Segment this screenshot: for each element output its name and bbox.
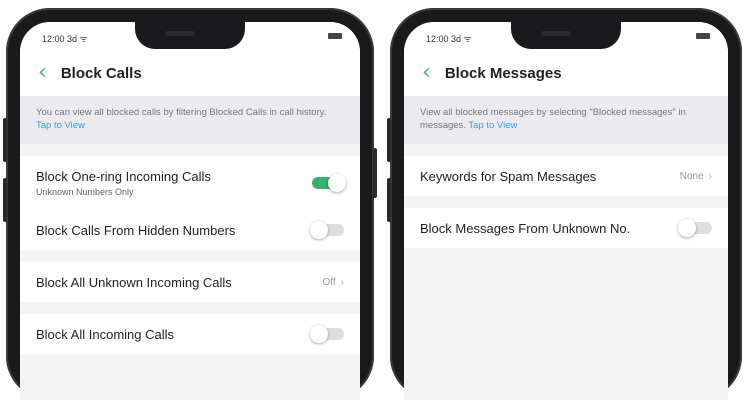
toggle-knob — [678, 219, 696, 237]
camera-notch — [135, 22, 245, 49]
row-text: Block All Unknown Incoming Calls — [36, 275, 323, 290]
all-incoming-toggle[interactable] — [310, 325, 344, 343]
volume-button — [3, 118, 7, 162]
setting-value: Off — [322, 276, 336, 288]
back-icon[interactable]: ‹ — [422, 62, 431, 84]
info-text: View all blocked messages by selecting "… — [420, 107, 686, 131]
nav-bar: ‹ Block Calls — [20, 50, 360, 96]
screen: 12:00 3d ᯤ ‹ Block Calls You can view al… — [20, 22, 360, 400]
back-icon[interactable]: ‹ — [38, 62, 47, 84]
one-ring-toggle[interactable] — [312, 174, 346, 192]
screen: 12:00 3d ᯤ ‹ Block Messages View all blo… — [404, 22, 728, 400]
phone-right: 12:00 3d ᯤ ‹ Block Messages View all blo… — [387, 8, 742, 400]
info-text: You can view all blocked calls by filter… — [36, 107, 327, 118]
chevron-right-icon: › — [340, 276, 344, 288]
row-text: Block Calls From Hidden Numbers — [36, 223, 312, 238]
row-text: Block All Incoming Calls — [36, 327, 312, 342]
toggle-knob — [310, 325, 328, 343]
chevron-right-icon: › — [708, 170, 712, 182]
setting-row-one-ring[interactable]: Block One-ring Incoming Calls Unknown Nu… — [20, 156, 360, 210]
status-time: 12:00 3d ᯤ — [42, 34, 88, 44]
setting-row-unknown-incoming[interactable]: Block All Unknown Incoming Calls Off › — [20, 262, 360, 302]
volume-button — [3, 178, 7, 222]
page-title: Block Calls — [60, 64, 142, 82]
settings-group: Keywords for Spam Messages None › — [404, 156, 728, 196]
volume-button — [387, 118, 391, 162]
setting-row-hidden-numbers[interactable]: Block Calls From Hidden Numbers — [20, 210, 360, 250]
page-title: Block Messages — [444, 64, 562, 82]
setting-label: Block All Incoming Calls — [36, 326, 174, 342]
info-box: View all blocked messages by selecting "… — [404, 96, 728, 144]
tap-to-view-link[interactable]: Tap to View — [468, 120, 517, 131]
row-text: Keywords for Spam Messages — [420, 169, 680, 184]
volume-button — [387, 178, 391, 222]
camera-notch — [511, 22, 621, 49]
setting-row-unknown-messages[interactable]: Block Messages From Unknown No. — [404, 208, 728, 248]
tap-to-view-link[interactable]: Tap to View — [36, 120, 85, 131]
settings-group: Block All Unknown Incoming Calls Off › — [20, 262, 360, 302]
nav-bar: ‹ Block Messages — [404, 50, 728, 96]
battery-icon — [328, 33, 342, 39]
row-text: Block Messages From Unknown No. — [420, 221, 680, 236]
battery-icon — [696, 33, 710, 39]
unknown-messages-toggle[interactable] — [678, 219, 712, 237]
settings-group: Block Messages From Unknown No. — [404, 208, 728, 248]
settings-group: Block One-ring Incoming Calls Unknown Nu… — [20, 156, 360, 250]
toggle-knob — [310, 221, 328, 239]
setting-row-spam-keywords[interactable]: Keywords for Spam Messages None › — [404, 156, 728, 196]
setting-label: Block Calls From Hidden Numbers — [36, 222, 236, 238]
setting-row-all-incoming[interactable]: Block All Incoming Calls — [20, 314, 360, 354]
phone-left: 12:00 3d ᯤ ‹ Block Calls You can view al… — [3, 8, 377, 400]
settings-group: Block All Incoming Calls — [20, 314, 360, 354]
info-box: You can view all blocked calls by filter… — [20, 96, 360, 144]
setting-sublabel: Unknown Numbers Only — [36, 187, 134, 197]
setting-label: Block All Unknown Incoming Calls — [36, 274, 232, 290]
setting-value: None — [679, 170, 704, 182]
setting-label: Keywords for Spam Messages — [420, 168, 597, 184]
toggle-knob — [328, 174, 346, 192]
hidden-numbers-toggle[interactable] — [310, 221, 344, 239]
setting-label: Block One-ring Incoming Calls — [36, 169, 211, 184]
row-text: Block One-ring Incoming Calls Unknown Nu… — [36, 169, 312, 197]
setting-label: Block Messages From Unknown No. — [420, 220, 631, 236]
status-time: 12:00 3d ᯤ — [426, 34, 472, 44]
power-button — [373, 148, 377, 198]
